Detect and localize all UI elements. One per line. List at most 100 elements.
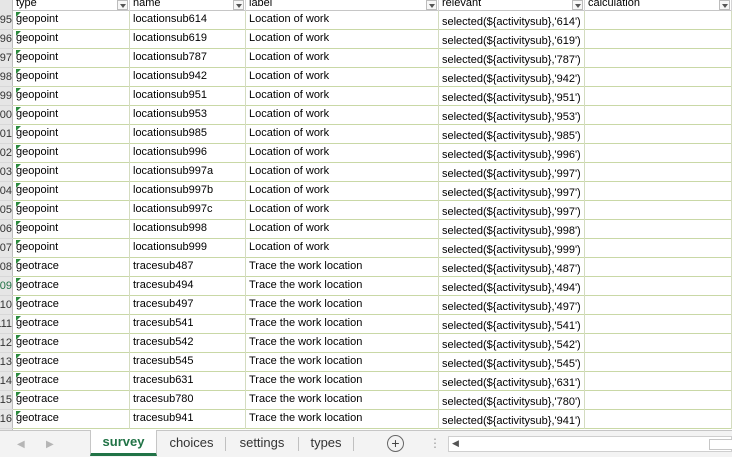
- cell-label[interactable]: Location of work: [246, 30, 439, 49]
- row-number[interactable]: 111: [0, 315, 13, 334]
- cell-label[interactable]: Location of work: [246, 144, 439, 163]
- cell-label[interactable]: Location of work: [246, 163, 439, 182]
- more-options-icon[interactable]: ⋮: [429, 436, 441, 450]
- cell-type[interactable]: geopoint: [13, 239, 130, 258]
- scrollbar-thumb[interactable]: [709, 439, 732, 450]
- row-number[interactable]: 105: [0, 201, 13, 220]
- cell-name[interactable]: locationsub942: [130, 68, 246, 87]
- cell-relevant[interactable]: selected(${activitysub},'487'): [439, 258, 585, 277]
- cell-label[interactable]: Trace the work location: [246, 391, 439, 410]
- cell-type[interactable]: geopoint: [13, 182, 130, 201]
- cell-relevant[interactable]: selected(${activitysub},'997'): [439, 163, 585, 182]
- cell-name[interactable]: locationsub951: [130, 87, 246, 106]
- cell-calculation[interactable]: [585, 372, 732, 391]
- cell-calculation[interactable]: [585, 239, 732, 258]
- previous-sheet-icon[interactable]: ◀: [17, 439, 25, 450]
- cell-relevant[interactable]: selected(${activitysub},'787'): [439, 49, 585, 68]
- cell-relevant[interactable]: selected(${activitysub},'614'): [439, 11, 585, 30]
- cell-label[interactable]: Location of work: [246, 201, 439, 220]
- cell-name[interactable]: tracesub494: [130, 277, 246, 296]
- row-number[interactable]: 114: [0, 372, 13, 391]
- cell-calculation[interactable]: [585, 258, 732, 277]
- cell-label[interactable]: Location of work: [246, 87, 439, 106]
- cell-label[interactable]: Location of work: [246, 220, 439, 239]
- cell-calculation[interactable]: [585, 68, 732, 87]
- cell-name[interactable]: tracesub780: [130, 391, 246, 410]
- cell-relevant[interactable]: selected(${activitysub},'541'): [439, 315, 585, 334]
- cell-relevant[interactable]: selected(${activitysub},'996'): [439, 144, 585, 163]
- cell-relevant[interactable]: selected(${activitysub},'953'): [439, 106, 585, 125]
- cell-relevant[interactable]: selected(${activitysub},'999'): [439, 239, 585, 258]
- row-number[interactable]: 97: [0, 49, 13, 68]
- row-number[interactable]: 107: [0, 239, 13, 258]
- cell-type[interactable]: geopoint: [13, 49, 130, 68]
- cell-name[interactable]: locationsub619: [130, 30, 246, 49]
- cell-label[interactable]: Location of work: [246, 68, 439, 87]
- cell-type[interactable]: geotrace: [13, 410, 130, 429]
- row-number[interactable]: 106: [0, 220, 13, 239]
- cell-label[interactable]: Trace the work location: [246, 372, 439, 391]
- cell-relevant[interactable]: selected(${activitysub},'542'): [439, 334, 585, 353]
- filter-dropdown-icon[interactable]: [426, 0, 437, 10]
- cell-calculation[interactable]: [585, 296, 732, 315]
- cell-label[interactable]: Trace the work location: [246, 410, 439, 429]
- cell-type[interactable]: geopoint: [13, 163, 130, 182]
- cell-label[interactable]: Location of work: [246, 106, 439, 125]
- tab-types[interactable]: types: [299, 431, 353, 455]
- cell-name[interactable]: tracesub541: [130, 315, 246, 334]
- filter-dropdown-icon[interactable]: [719, 0, 730, 10]
- row-number[interactable]: 110: [0, 296, 13, 315]
- cell-name[interactable]: tracesub941: [130, 410, 246, 429]
- cell-name[interactable]: locationsub997a: [130, 163, 246, 182]
- cell-relevant[interactable]: selected(${activitysub},'998'): [439, 220, 585, 239]
- cell-type[interactable]: geopoint: [13, 125, 130, 144]
- cell-relevant[interactable]: selected(${activitysub},'494'): [439, 277, 585, 296]
- cell-type[interactable]: geopoint: [13, 68, 130, 87]
- cell-type[interactable]: geopoint: [13, 11, 130, 30]
- cell-name[interactable]: locationsub614: [130, 11, 246, 30]
- cell-calculation[interactable]: [585, 144, 732, 163]
- cell-label[interactable]: Trace the work location: [246, 258, 439, 277]
- cell-relevant[interactable]: selected(${activitysub},'545'): [439, 353, 585, 372]
- cell-calculation[interactable]: [585, 391, 732, 410]
- cell-type[interactable]: geotrace: [13, 353, 130, 372]
- cell-label[interactable]: Trace the work location: [246, 334, 439, 353]
- cell-label[interactable]: Trace the work location: [246, 296, 439, 315]
- cell-name[interactable]: tracesub497: [130, 296, 246, 315]
- cell-calculation[interactable]: [585, 277, 732, 296]
- row-number[interactable]: 104: [0, 182, 13, 201]
- cell-calculation[interactable]: [585, 182, 732, 201]
- row-number[interactable]: 108: [0, 258, 13, 277]
- cell-name[interactable]: tracesub487: [130, 258, 246, 277]
- cell-name[interactable]: locationsub998: [130, 220, 246, 239]
- cell-relevant[interactable]: selected(${activitysub},'997'): [439, 182, 585, 201]
- cell-label[interactable]: Location of work: [246, 125, 439, 144]
- cell-relevant[interactable]: selected(${activitysub},'619'): [439, 30, 585, 49]
- row-number[interactable]: 116: [0, 410, 13, 429]
- cell-calculation[interactable]: [585, 315, 732, 334]
- horizontal-scrollbar[interactable]: ◀: [448, 436, 732, 452]
- row-number[interactable]: 100: [0, 106, 13, 125]
- cell-label[interactable]: Location of work: [246, 239, 439, 258]
- cell-calculation[interactable]: [585, 334, 732, 353]
- cell-label[interactable]: Trace the work location: [246, 277, 439, 296]
- cell-type[interactable]: geotrace: [13, 258, 130, 277]
- cell-calculation[interactable]: [585, 163, 732, 182]
- cell-name[interactable]: locationsub787: [130, 49, 246, 68]
- tab-choices[interactable]: choices: [159, 431, 224, 455]
- cell-calculation[interactable]: [585, 201, 732, 220]
- cell-calculation[interactable]: [585, 220, 732, 239]
- cell-relevant[interactable]: selected(${activitysub},'941'): [439, 410, 585, 429]
- cell-name[interactable]: locationsub985: [130, 125, 246, 144]
- cell-calculation[interactable]: [585, 49, 732, 68]
- cell-relevant[interactable]: selected(${activitysub},'631'): [439, 372, 585, 391]
- column-header-calculation[interactable]: calculation: [585, 0, 732, 11]
- cell-calculation[interactable]: [585, 30, 732, 49]
- cell-name[interactable]: locationsub999: [130, 239, 246, 258]
- cell-name[interactable]: locationsub997b: [130, 182, 246, 201]
- row-number[interactable]: 98: [0, 68, 13, 87]
- next-sheet-icon[interactable]: ▶: [46, 439, 54, 450]
- cell-relevant[interactable]: selected(${activitysub},'780'): [439, 391, 585, 410]
- cell-calculation[interactable]: [585, 125, 732, 144]
- row-number[interactable]: 99: [0, 87, 13, 106]
